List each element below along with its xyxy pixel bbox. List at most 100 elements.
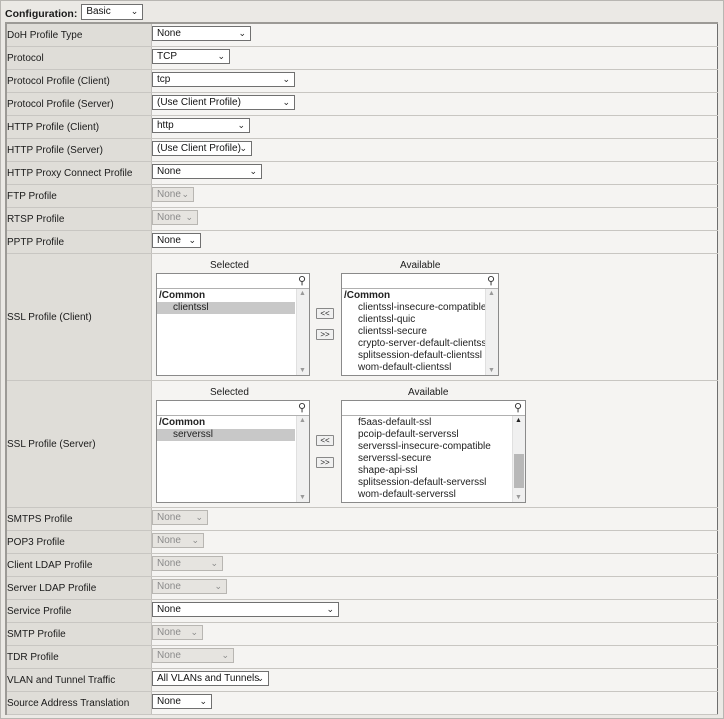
available-title: Available	[408, 387, 449, 398]
row-label: Service Profile	[6, 599, 152, 623]
smtp-profile-select: None ⌄	[152, 625, 203, 640]
row-smtps-profile: SMTPS Profile None ⌄	[6, 507, 718, 531]
row-label: Protocol	[6, 46, 152, 70]
chevron-down-icon: ⌄	[326, 604, 334, 614]
pptp-profile-select[interactable]: None ⌄	[152, 233, 201, 248]
protocol-profile-server-select[interactable]: (Use Client Profile) ⌄	[152, 95, 295, 110]
protocol-profile-client-select[interactable]: tcp ⌄	[152, 72, 295, 87]
list-item[interactable]: serverssl-insecure-compatible	[342, 441, 525, 453]
search-icon: ⚲	[297, 402, 306, 414]
search-input[interactable]: ⚲	[157, 274, 309, 289]
ssl-server-available-list[interactable]: ⚲ f5aas-default-ssl pcoip-default-servers…	[341, 400, 526, 503]
list-item[interactable]: clientssl-insecure-compatible	[342, 302, 498, 314]
ssl-client-selected-list[interactable]: ⚲ /Common clientssl ▲ ▼	[156, 273, 310, 376]
row-http-profile-client: HTTP Profile (Client) http ⌄	[6, 115, 718, 139]
scrollbar[interactable]: ▲ ▼	[296, 289, 309, 375]
chevron-down-icon: ⌄	[130, 6, 139, 16]
row-label: DoH Profile Type	[6, 23, 152, 47]
scrollbar[interactable]: ▲ ▼	[485, 289, 498, 375]
row-label: HTTP Profile (Client)	[6, 115, 152, 139]
chevron-down-icon: ⌄	[221, 650, 229, 660]
list-item[interactable]: crypto-server-default-clientssl	[342, 338, 498, 350]
row-label: Source Address Translation	[6, 691, 152, 715]
scroll-up-icon[interactable]: ▲	[515, 417, 522, 424]
scrollbar[interactable]: ▲ ▼	[296, 416, 309, 502]
select-value: None	[157, 166, 181, 177]
scroll-down-icon[interactable]: ▼	[488, 367, 495, 374]
row-label: Protocol Profile (Client)	[6, 69, 152, 93]
list-item[interactable]: wom-default-serverssl	[342, 489, 525, 501]
search-input[interactable]: ⚲	[342, 274, 498, 289]
row-label: Server LDAP Profile	[6, 576, 152, 600]
chevron-down-icon: ⌄	[181, 189, 189, 199]
select-value: None	[157, 627, 181, 638]
scroll-down-icon[interactable]: ▼	[299, 494, 306, 501]
protocol-select[interactable]: TCP ⌄	[152, 49, 230, 64]
http-profile-server-select[interactable]: (Use Client Profile) ⌄	[152, 141, 252, 156]
row-source-address-translation: Source Address Translation None ⌄	[6, 691, 718, 715]
configuration-bar: Configuration: Basic ⌄	[5, 3, 144, 21]
scrollbar-thumb[interactable]	[514, 454, 524, 488]
chevron-down-icon: ⌄	[214, 581, 222, 591]
row-doh-profile-type: DoH Profile Type None ⌄	[6, 23, 718, 47]
list-item[interactable]: clientssl-secure	[342, 326, 498, 338]
select-value: None	[157, 28, 181, 39]
chevron-down-icon: ⌄	[249, 166, 257, 176]
ssl-server-selected-list[interactable]: ⚲ /Common serverssl ▲ ▼	[156, 400, 310, 503]
scroll-down-icon[interactable]: ▼	[299, 367, 306, 374]
search-input[interactable]: ⚲	[157, 401, 309, 416]
http-proxy-connect-profile-select[interactable]: None ⌄	[152, 164, 262, 179]
row-label: TDR Profile	[6, 645, 152, 669]
chevron-down-icon: ⌄	[190, 627, 198, 637]
doh-profile-type-select[interactable]: None ⌄	[152, 26, 251, 41]
list-item[interactable]: splitsession-default-clientssl	[342, 350, 498, 362]
list-item[interactable]: pcoip-default-serverssl	[342, 429, 525, 441]
service-profile-select[interactable]: None ⌄	[152, 602, 339, 617]
row-client-ldap-profile: Client LDAP Profile None ⌄	[6, 553, 718, 577]
move-to-selected-button[interactable]: <<	[316, 308, 334, 319]
scroll-up-icon[interactable]: ▲	[299, 417, 306, 424]
scroll-up-icon[interactable]: ▲	[299, 290, 306, 297]
list-item[interactable]: clientssl	[157, 302, 295, 314]
search-icon: ⚲	[297, 275, 306, 287]
move-to-selected-button[interactable]: <<	[316, 435, 334, 446]
row-label: FTP Profile	[6, 184, 152, 208]
list-item[interactable]: serverssl-secure	[342, 453, 525, 465]
row-label: VLAN and Tunnel Traffic	[6, 668, 152, 692]
row-service-profile: Service Profile None ⌄	[6, 599, 718, 623]
vlan-tunnel-traffic-select[interactable]: All VLANs and Tunnels ⌄	[152, 671, 269, 686]
list-item[interactable]: wom-default-clientssl	[342, 362, 498, 374]
chevron-down-icon: ⌄	[210, 558, 218, 568]
scrollbar[interactable]: ▲ ▼	[512, 416, 525, 502]
row-pptp-profile: PPTP Profile None ⌄	[6, 230, 718, 254]
configuration-select[interactable]: Basic ⌄	[81, 4, 144, 20]
chevron-down-icon: ⌄	[256, 673, 264, 683]
list-item[interactable]: shape-api-ssl	[342, 465, 525, 477]
chevron-down-icon: ⌄	[217, 51, 225, 61]
row-label: POP3 Profile	[6, 530, 152, 554]
list-item[interactable]: f5aas-default-ssl	[342, 417, 525, 429]
source-address-translation-select[interactable]: None ⌄	[152, 694, 212, 709]
list-item[interactable]: clientssl-quic	[342, 314, 498, 326]
ssl-client-available-list[interactable]: ⚲ /Common clientssl-insecure-compatible cl…	[341, 273, 499, 376]
move-to-available-button[interactable]: >>	[316, 329, 334, 340]
chevron-down-icon: ⌄	[191, 535, 199, 545]
list-item[interactable]: serverssl	[157, 429, 295, 441]
select-value: None	[157, 212, 181, 223]
row-protocol-profile-client: Protocol Profile (Client) tcp ⌄	[6, 69, 718, 93]
http-profile-client-select[interactable]: http ⌄	[152, 118, 250, 133]
select-value: None	[157, 581, 181, 592]
configuration-label: Configuration:	[5, 8, 78, 20]
scroll-up-icon[interactable]: ▲	[488, 290, 495, 297]
chevron-down-icon: ⌄	[282, 97, 290, 107]
row-vlan-tunnel-traffic: VLAN and Tunnel Traffic All VLANs and Tu…	[6, 668, 718, 692]
select-value: http	[157, 120, 174, 131]
scroll-down-icon[interactable]: ▼	[515, 494, 522, 501]
move-to-available-button[interactable]: >>	[316, 457, 334, 468]
select-value: None	[157, 512, 181, 523]
list-group-header: /Common	[159, 290, 206, 301]
chevron-down-icon: ⌄	[238, 28, 246, 38]
list-item[interactable]: splitsession-default-serverssl	[342, 477, 525, 489]
select-value: None	[157, 189, 181, 200]
search-input[interactable]: ⚲	[342, 401, 525, 416]
